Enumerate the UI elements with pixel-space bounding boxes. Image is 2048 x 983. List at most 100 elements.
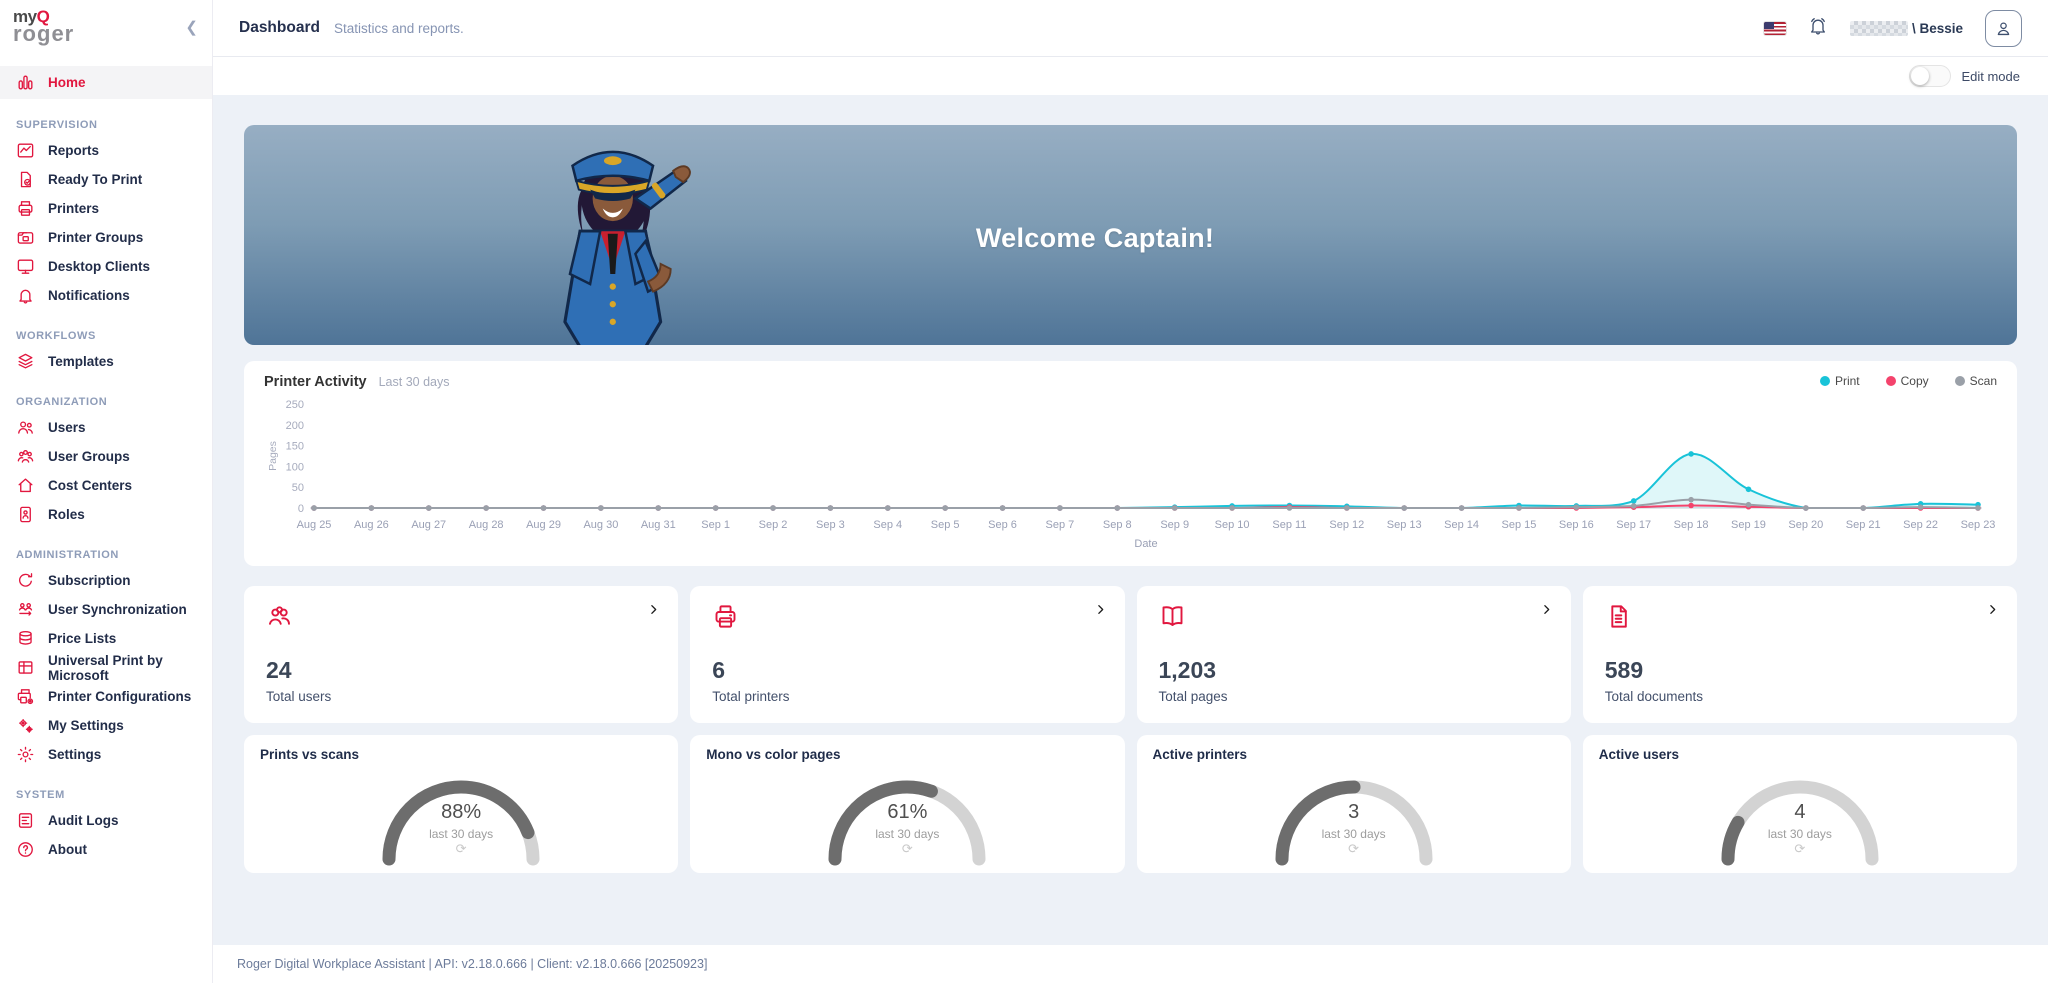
app-logo[interactable]: myQ roger ❮ <box>0 0 212 52</box>
svg-text:Sep 5: Sep 5 <box>931 519 960 531</box>
ready-to-print-icon <box>16 170 35 189</box>
refresh-icon[interactable]: ⟳ <box>361 843 561 855</box>
sidebar-item-printers[interactable]: Printers <box>0 194 212 223</box>
sidebar-item-label: Users <box>48 420 86 435</box>
svg-text:Aug 25: Aug 25 <box>297 519 332 531</box>
stat-document-icon <box>1605 617 1632 634</box>
sidebar-collapse-icon[interactable]: ❮ <box>185 18 198 36</box>
svg-text:Sep 4: Sep 4 <box>873 519 902 531</box>
edit-mode-toggle[interactable] <box>1909 65 1951 87</box>
stat-card-total-printers[interactable]: 6 Total printers <box>690 586 1124 723</box>
gauge-card-prints-vs-scans: Prints vs scans 88% last 30 days ⟳ <box>244 735 678 873</box>
svg-text:Sep 14: Sep 14 <box>1444 519 1479 531</box>
sidebar-item-cost-centers[interactable]: Cost Centers <box>0 471 212 500</box>
svg-text:Sep 15: Sep 15 <box>1502 519 1537 531</box>
svg-text:Aug 30: Aug 30 <box>583 519 618 531</box>
legend-print[interactable]: Print <box>1820 374 1860 388</box>
sidebar-item-settings[interactable]: Settings <box>0 740 212 769</box>
sidebar-item-audit-logs[interactable]: Audit Logs <box>0 806 212 835</box>
sidebar-item-universal-print-by-microsoft[interactable]: Universal Print by Microsoft <box>0 653 212 682</box>
sidebar-item-label: Price Lists <box>48 631 116 646</box>
stat-users-icon <box>266 617 293 634</box>
sidebar-item-notifications[interactable]: Notifications <box>0 281 212 310</box>
svg-text:Sep 19: Sep 19 <box>1731 519 1766 531</box>
sidebar: myQ roger ❮ Home SUPERVISION Reports Rea… <box>0 0 213 983</box>
stat-label: Total documents <box>1605 689 1995 704</box>
sidebar-item-about[interactable]: About <box>0 835 212 864</box>
sidebar-item-printer-configurations[interactable]: Printer Configurations <box>0 682 212 711</box>
sidebar-item-my-settings[interactable]: My Settings <box>0 711 212 740</box>
sidebar-item-desktop-clients[interactable]: Desktop Clients <box>0 252 212 281</box>
gauge-value: 88% <box>361 801 561 824</box>
universal-print-icon <box>16 658 35 677</box>
stat-card-total-users[interactable]: 24 Total users <box>244 586 678 723</box>
legend-copy[interactable]: Copy <box>1886 374 1929 388</box>
svg-text:50: 50 <box>292 482 304 494</box>
svg-text:150: 150 <box>286 441 304 453</box>
sidebar-nav: Home SUPERVISION Reports Ready To Print … <box>0 52 212 983</box>
stat-card-total-documents[interactable]: 589 Total documents <box>1583 586 2017 723</box>
refresh-icon[interactable]: ⟳ <box>807 843 1007 855</box>
svg-text:Sep 8: Sep 8 <box>1103 519 1132 531</box>
sidebar-item-price-lists[interactable]: Price Lists <box>0 624 212 653</box>
chevron-right-icon[interactable] <box>1094 603 1107 621</box>
redacted-tenant-name <box>1850 21 1908 36</box>
sidebar-item-printer-groups[interactable]: Printer Groups <box>0 223 212 252</box>
svg-text:Aug 26: Aug 26 <box>354 519 389 531</box>
gauge-caption: last 30 days <box>361 827 561 841</box>
notifications-bell-icon[interactable] <box>1808 16 1828 41</box>
svg-text:Sep 18: Sep 18 <box>1674 519 1709 531</box>
user-avatar-button[interactable] <box>1985 10 2022 47</box>
refresh-icon[interactable]: ⟳ <box>1254 843 1454 855</box>
stat-value: 6 <box>712 657 1102 684</box>
audit-logs-icon <box>16 811 35 830</box>
sidebar-item-label: Cost Centers <box>48 478 132 493</box>
chevron-right-icon[interactable] <box>647 603 660 621</box>
gauge-card-active-users: Active users 4 last 30 days ⟳ <box>1583 735 2017 873</box>
sidebar-item-label: Universal Print by Microsoft <box>48 653 212 683</box>
sidebar-item-subscription[interactable]: Subscription <box>0 566 212 595</box>
svg-text:Sep 7: Sep 7 <box>1046 519 1075 531</box>
svg-text:Sep 17: Sep 17 <box>1616 519 1651 531</box>
stat-book-icon <box>1159 617 1186 634</box>
printer-groups-icon <box>16 228 35 247</box>
sidebar-item-label: Desktop Clients <box>48 259 150 274</box>
stat-printer-icon <box>712 617 739 634</box>
page-title: Dashboard <box>239 19 320 37</box>
chart-legend: Print Copy Scan <box>1820 374 1997 388</box>
settings-icon <box>16 745 35 764</box>
sidebar-item-users[interactable]: Users <box>0 413 212 442</box>
language-flag-icon[interactable] <box>1764 22 1786 35</box>
price-lists-icon <box>16 629 35 648</box>
sidebar-item-user-groups[interactable]: User Groups <box>0 442 212 471</box>
chevron-right-icon[interactable] <box>1540 603 1553 621</box>
sidebar-item-ready-to-print[interactable]: Ready To Print <box>0 165 212 194</box>
refresh-icon[interactable]: ⟳ <box>1700 843 1900 855</box>
app-window: myQ roger ❮ Home SUPERVISION Reports Rea… <box>0 0 2048 983</box>
svg-text:200: 200 <box>286 420 304 432</box>
gauge-cards-row: Prints vs scans 88% last 30 days ⟳ Mono … <box>244 735 2017 873</box>
svg-text:Aug 28: Aug 28 <box>469 519 504 531</box>
stat-value: 1,203 <box>1159 657 1549 684</box>
sidebar-item-label: Subscription <box>48 573 131 588</box>
stat-cards-row: 24 Total users 6 Total printers 1,203 To… <box>244 586 2017 723</box>
captain-illustration <box>514 133 704 345</box>
chevron-right-icon[interactable] <box>1986 603 1999 621</box>
svg-text:Sep 16: Sep 16 <box>1559 519 1594 531</box>
svg-text:Sep 12: Sep 12 <box>1329 519 1364 531</box>
printer-activity-card: Printer Activity Last 30 days PrintCopyS… <box>244 361 2017 566</box>
stat-card-total-pages[interactable]: 1,203 Total pages <box>1137 586 1571 723</box>
sidebar-item-user-synchronization[interactable]: User Synchronization <box>0 595 212 624</box>
legend-scan[interactable]: Scan <box>1955 374 1997 388</box>
gauge-value: 61% <box>807 801 1007 824</box>
sidebar-item-templates[interactable]: Templates <box>0 347 212 376</box>
edit-mode-label: Edit mode <box>1961 69 2020 84</box>
printers-icon <box>16 199 35 218</box>
sidebar-item-reports[interactable]: Reports <box>0 136 212 165</box>
sidebar-item-roles[interactable]: Roles <box>0 500 212 529</box>
sidebar-section-administration: ADMINISTRATION <box>16 549 212 561</box>
roles-icon <box>16 505 35 524</box>
edit-mode-row: Edit mode <box>213 57 2048 95</box>
sidebar-item-label: About <box>48 842 87 857</box>
sidebar-item-home[interactable]: Home <box>0 66 212 99</box>
